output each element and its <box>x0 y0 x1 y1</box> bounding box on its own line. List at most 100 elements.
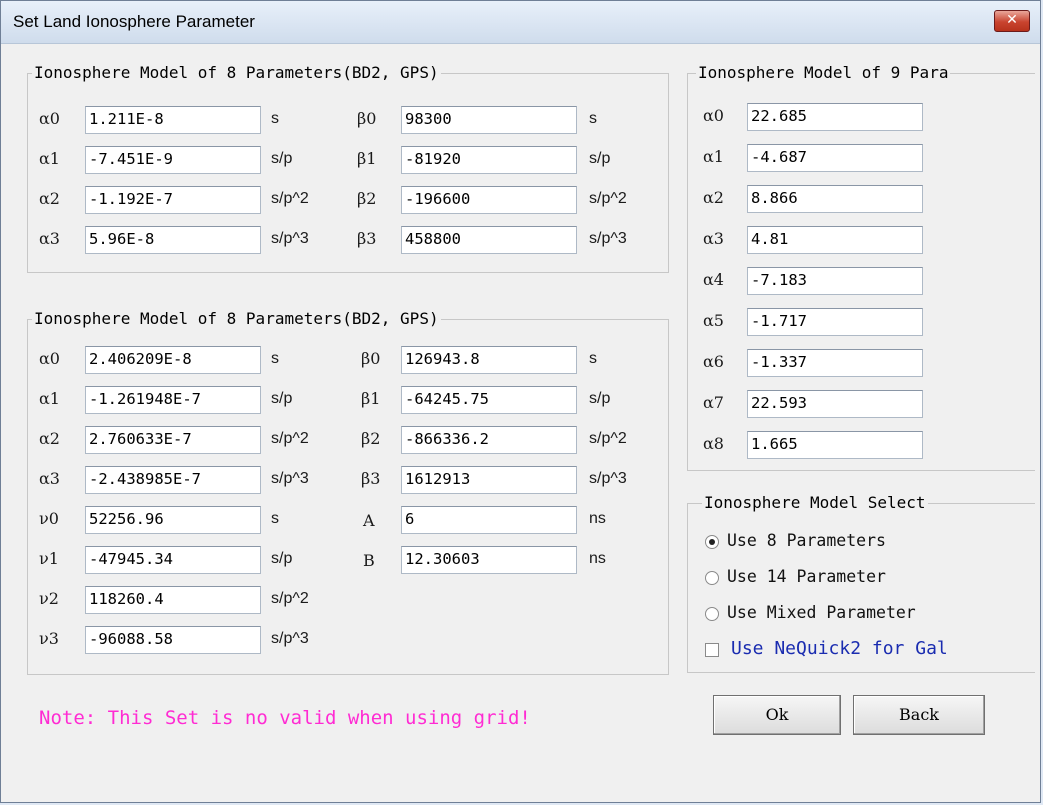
beta-input[interactable]: 1612913 <box>401 466 577 494</box>
alpha-label: α0 <box>39 109 60 128</box>
close-button[interactable]: ✕ <box>994 10 1030 32</box>
beta-label: β2 <box>357 189 377 208</box>
alpha-unit: s/p <box>271 150 293 167</box>
beta-unit: s/p <box>589 390 611 407</box>
alpha-unit: s <box>271 110 279 127</box>
note-text: Note: This Set is no valid when using gr… <box>39 707 531 729</box>
radio-button[interactable] <box>705 571 719 585</box>
beta-input[interactable]: -196600 <box>401 186 577 214</box>
alpha-label: α4 <box>703 270 724 289</box>
alpha-label: α3 <box>39 469 60 488</box>
radio-label: Use Mixed Parameter <box>727 603 916 622</box>
alpha-label: α1 <box>39 149 60 168</box>
param-input[interactable]: 12.30603 <box>401 546 577 574</box>
alpha-label: α3 <box>703 229 724 248</box>
radio-button[interactable] <box>705 607 719 621</box>
alpha-input[interactable]: -7.183 <box>747 267 923 295</box>
alpha-label: α0 <box>39 349 60 368</box>
alpha-unit: s/p^3 <box>271 230 309 247</box>
alpha-unit: s/p^2 <box>271 190 309 207</box>
model-select-title: Ionosphere Model Select <box>702 492 928 514</box>
group-8-params-top-title: Ionosphere Model of 8 Parameters(BD2, GP… <box>32 62 441 84</box>
alpha-input[interactable]: 5.96E-8 <box>85 226 261 254</box>
alpha-label: α2 <box>39 429 60 448</box>
nu-label: ν1 <box>39 549 59 568</box>
alpha-unit: s/p <box>271 390 293 407</box>
alpha-label: α1 <box>703 147 724 166</box>
alpha-label: α0 <box>703 106 724 125</box>
alpha-input[interactable]: -2.438985E-7 <box>85 466 261 494</box>
alpha-input[interactable]: 4.81 <box>747 226 923 254</box>
beta-unit: s/p^3 <box>589 230 627 247</box>
beta-label: β3 <box>357 229 377 248</box>
alpha-input[interactable]: -1.261948E-7 <box>85 386 261 414</box>
beta-label: β0 <box>361 349 381 368</box>
beta-unit: s/p^2 <box>589 190 627 207</box>
alpha-label: α5 <box>703 311 724 330</box>
alpha-input[interactable]: -7.451E-9 <box>85 146 261 174</box>
beta-input[interactable]: -866336.2 <box>401 426 577 454</box>
alpha-label: α1 <box>39 389 60 408</box>
alpha-input[interactable]: 1.665 <box>747 431 923 459</box>
alpha-input[interactable]: -1.337 <box>747 349 923 377</box>
alpha-label: α6 <box>703 352 724 371</box>
beta-unit: s <box>589 110 597 127</box>
alpha-input[interactable]: -1.192E-7 <box>85 186 261 214</box>
param-input[interactable]: 6 <box>401 506 577 534</box>
group-9-params-title: Ionosphere Model of 9 Para <box>696 62 951 84</box>
nu-unit: s/p^3 <box>271 630 309 647</box>
beta-unit: s/p^3 <box>589 470 627 487</box>
group-8-params-bottom-title: Ionosphere Model of 8 Parameters(BD2, GP… <box>32 308 441 330</box>
alpha-unit: s/p^3 <box>271 470 309 487</box>
radio-label: Use 8 Parameters <box>727 531 886 550</box>
alpha-input[interactable]: 22.685 <box>747 103 923 131</box>
ok-button[interactable]: Ok <box>713 695 841 735</box>
alpha-input[interactable]: -1.717 <box>747 308 923 336</box>
alpha-input[interactable]: -4.687 <box>747 144 923 172</box>
alpha-input[interactable]: 1.211E-8 <box>85 106 261 134</box>
alpha-input[interactable]: 22.593 <box>747 390 923 418</box>
param-label: B <box>363 551 375 570</box>
alpha-unit: s <box>271 350 279 367</box>
nu-input[interactable]: 52256.96 <box>85 506 261 534</box>
beta-input[interactable]: 126943.8 <box>401 346 577 374</box>
nu-label: ν3 <box>39 629 59 648</box>
param-unit: ns <box>589 550 606 567</box>
beta-input[interactable]: 458800 <box>401 226 577 254</box>
alpha-label: α2 <box>39 189 60 208</box>
beta-unit: s/p <box>589 150 611 167</box>
alpha-input[interactable]: 2.760633E-7 <box>85 426 261 454</box>
alpha-input[interactable]: 2.406209E-8 <box>85 346 261 374</box>
alpha-label: α8 <box>703 434 724 453</box>
beta-unit: s/p^2 <box>589 430 627 447</box>
title-bar[interactable]: Set Land Ionosphere Parameter ✕ <box>1 1 1040 44</box>
nu-unit: s <box>271 510 279 527</box>
nu-label: ν0 <box>39 509 59 528</box>
alpha-input[interactable]: 8.866 <box>747 185 923 213</box>
nu-unit: s/p^2 <box>271 590 309 607</box>
nu-input[interactable]: -96088.58 <box>85 626 261 654</box>
beta-unit: s <box>589 350 597 367</box>
beta-input[interactable]: 98300 <box>401 106 577 134</box>
alpha-label: α2 <box>703 188 724 207</box>
radio-label: Use 14 Parameter <box>727 567 886 586</box>
back-button[interactable]: Back <box>853 695 985 735</box>
alpha-label: α7 <box>703 393 724 412</box>
radio-button[interactable] <box>705 535 719 549</box>
window-title: Set Land Ionosphere Parameter <box>13 12 255 31</box>
nu-unit: s/p <box>271 550 293 567</box>
nu-input[interactable]: -47945.34 <box>85 546 261 574</box>
param-label: A <box>363 511 375 530</box>
param-unit: ns <box>589 510 606 527</box>
beta-input[interactable]: -81920 <box>401 146 577 174</box>
beta-label: β2 <box>361 429 381 448</box>
nu-input[interactable]: 118260.4 <box>85 586 261 614</box>
nequick-label: Use NeQuick2 for Gal <box>731 638 948 659</box>
alpha-unit: s/p^2 <box>271 430 309 447</box>
nequick-checkbox[interactable] <box>705 643 719 657</box>
beta-label: β1 <box>361 389 381 408</box>
beta-label: β3 <box>361 469 381 488</box>
alpha-label: α3 <box>39 229 60 248</box>
beta-input[interactable]: -64245.75 <box>401 386 577 414</box>
beta-label: β0 <box>357 109 377 128</box>
